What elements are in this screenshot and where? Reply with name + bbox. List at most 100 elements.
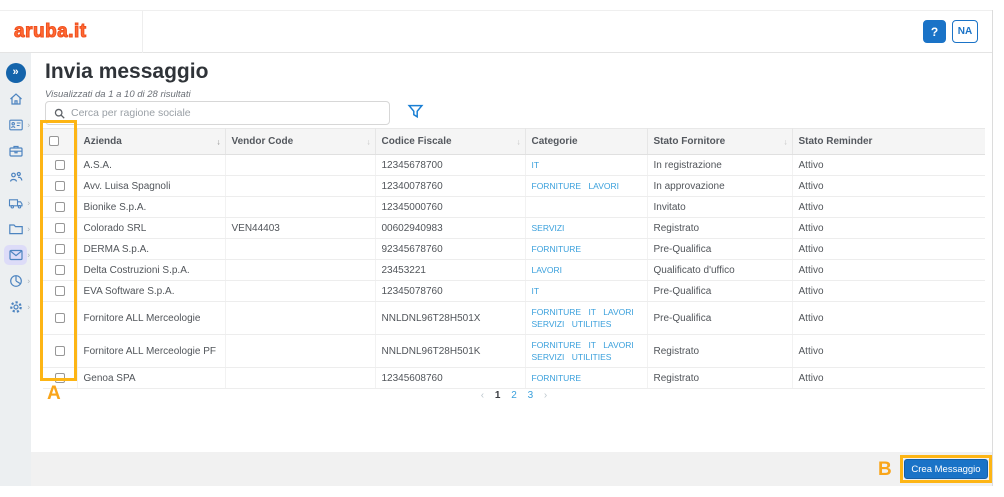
column-header-azienda[interactable]: Azienda ↓ bbox=[77, 128, 226, 155]
table-row: DERMA S.p.A. 92345678760 FORNITURE Pre-Q… bbox=[43, 238, 985, 260]
chevron-right-icon: › bbox=[27, 302, 30, 311]
column-header-categorie[interactable]: Categorie bbox=[525, 128, 648, 155]
column-header-vendor-code[interactable]: Vendor Code ↓ bbox=[225, 128, 376, 155]
row-checkbox[interactable] bbox=[54, 345, 65, 356]
cell-stato-fornitore: Registrato bbox=[647, 367, 793, 389]
column-header-codice-fiscale[interactable]: Codice Fiscale ↓ bbox=[375, 128, 526, 155]
categorie-links[interactable]: FORNITURE IT LAVORI SERVIZI UTILITIES bbox=[532, 340, 634, 362]
cell-vendor-code bbox=[225, 238, 376, 260]
cell-stato-fornitore: Invitato bbox=[647, 196, 793, 218]
column-header-stato-fornitore[interactable]: Stato Fornitore ↓ bbox=[647, 128, 793, 155]
table-row: EVA Software S.p.A. 12345078760 IT Pre-Q… bbox=[43, 280, 985, 302]
cell-stato-fornitore: Pre-Qualifica bbox=[647, 301, 793, 335]
categorie-links[interactable]: IT bbox=[532, 286, 540, 296]
pagination-next-icon[interactable]: › bbox=[544, 390, 547, 401]
cell-codice-fiscale: 23453221 bbox=[375, 259, 526, 281]
create-message-button[interactable]: Crea Messaggio bbox=[904, 459, 988, 479]
table-row: Avv. Luisa Spagnoli 12340078760 FORNITUR… bbox=[43, 175, 985, 197]
categorie-links[interactable]: FORNITURE IT LAVORI SERVIZI UTILITIES bbox=[532, 307, 634, 329]
cell-codice-fiscale: 12345000760 bbox=[375, 196, 526, 218]
cell-categorie: IT bbox=[525, 154, 648, 176]
row-checkbox[interactable] bbox=[54, 180, 65, 191]
sidebar-item-home[interactable] bbox=[0, 88, 31, 109]
categorie-links[interactable]: FORNITURE bbox=[532, 244, 582, 254]
categorie-links[interactable]: LAVORI bbox=[532, 265, 563, 275]
truck-icon bbox=[8, 195, 24, 211]
gear-icon bbox=[8, 299, 24, 315]
cell-stato-fornitore: Pre-Qualifica bbox=[647, 280, 793, 302]
cell-codice-fiscale: 12340078760 bbox=[375, 175, 526, 197]
categorie-links[interactable]: IT bbox=[532, 160, 540, 170]
cell-stato-reminder: Attivo bbox=[792, 367, 985, 389]
row-checkbox[interactable] bbox=[54, 222, 65, 233]
column-header-stato-reminder[interactable]: Stato Reminder bbox=[792, 128, 985, 155]
row-checkbox-cell bbox=[43, 196, 78, 218]
categorie-links[interactable]: SERVIZI bbox=[532, 223, 565, 233]
cell-vendor-code bbox=[225, 196, 376, 218]
sidebar-collapse-button[interactable]: » bbox=[0, 62, 31, 83]
select-all-checkbox[interactable] bbox=[49, 136, 59, 147]
sidebar: » › › › › › › bbox=[0, 53, 31, 486]
table-row: Genoa SPA 12345608760 FORNITURE Registra… bbox=[43, 367, 985, 389]
cell-vendor-code bbox=[225, 301, 376, 335]
help-button[interactable]: ? bbox=[923, 20, 946, 43]
annotation-label-a: A bbox=[47, 383, 61, 404]
sort-icon: ↓ bbox=[366, 137, 371, 146]
categorie-links[interactable]: FORNITURE LAVORI bbox=[532, 181, 620, 191]
row-checkbox[interactable] bbox=[54, 243, 65, 254]
row-checkbox-cell bbox=[43, 334, 78, 368]
sidebar-item-team[interactable] bbox=[0, 166, 31, 187]
sidebar-item-briefcase[interactable] bbox=[0, 140, 31, 161]
row-checkbox[interactable] bbox=[54, 201, 65, 212]
cell-vendor-code bbox=[225, 367, 376, 389]
sidebar-item-messages[interactable]: › bbox=[0, 244, 31, 265]
cell-codice-fiscale: 12345078760 bbox=[375, 280, 526, 302]
cell-stato-reminder: Attivo bbox=[792, 175, 985, 197]
filter-funnel-icon[interactable] bbox=[407, 103, 424, 120]
cell-codice-fiscale: 12345608760 bbox=[375, 367, 526, 389]
chevron-right-icon: › bbox=[27, 250, 30, 259]
home-icon bbox=[8, 91, 24, 107]
cell-stato-fornitore: Qualificato d'uffico bbox=[647, 259, 793, 281]
cell-stato-fornitore: In approvazione bbox=[647, 175, 793, 197]
cell-azienda: EVA Software S.p.A. bbox=[77, 280, 226, 302]
search-input[interactable] bbox=[71, 107, 389, 119]
sidebar-item-settings[interactable]: › bbox=[0, 296, 31, 317]
sidebar-item-transport[interactable]: › bbox=[0, 192, 31, 213]
cell-categorie: FORNITURE IT LAVORI SERVIZI UTILITIES bbox=[525, 301, 648, 335]
row-checkbox[interactable] bbox=[54, 264, 65, 275]
cell-codice-fiscale: NNLDNL96T28H501X bbox=[375, 301, 526, 335]
chevron-right-icon: › bbox=[27, 198, 30, 207]
chevron-right-icon: › bbox=[27, 224, 30, 233]
cell-categorie: FORNITURE LAVORI bbox=[525, 175, 648, 197]
cell-vendor-code: VEN44403 bbox=[225, 217, 376, 239]
pagination-page-3[interactable]: 3 bbox=[528, 390, 534, 401]
row-checkbox[interactable] bbox=[54, 285, 65, 296]
pagination-prev-icon[interactable]: ‹ bbox=[481, 390, 484, 401]
annotation-label-b: B bbox=[878, 459, 892, 480]
sidebar-item-documents[interactable]: › bbox=[0, 218, 31, 239]
aruba-logo: aruba.it bbox=[14, 20, 87, 42]
pagination-page-1[interactable]: 1 bbox=[495, 390, 501, 401]
select-all-header bbox=[43, 128, 78, 155]
sidebar-item-contacts[interactable]: › bbox=[0, 114, 31, 135]
footer-bar bbox=[31, 452, 992, 486]
row-checkbox[interactable] bbox=[54, 372, 65, 383]
row-checkbox[interactable] bbox=[54, 159, 65, 170]
cell-stato-reminder: Attivo bbox=[792, 238, 985, 260]
table-row: Fornitore ALL Merceologie NNLDNL96T28H50… bbox=[43, 301, 985, 335]
categorie-links[interactable]: FORNITURE bbox=[532, 373, 582, 383]
row-checkbox[interactable] bbox=[54, 312, 65, 323]
cell-stato-fornitore: Registrato bbox=[647, 217, 793, 239]
cell-categorie: LAVORI bbox=[525, 259, 648, 281]
pagination-page-2[interactable]: 2 bbox=[511, 390, 517, 401]
cell-azienda: Colorado SRL bbox=[77, 217, 226, 239]
table-body: A.S.A. 12345678700 IT In registrazione A… bbox=[43, 154, 985, 389]
cell-vendor-code bbox=[225, 154, 376, 176]
row-checkbox-cell bbox=[43, 238, 78, 260]
cell-codice-fiscale: 00602940983 bbox=[375, 217, 526, 239]
sidebar-item-reports[interactable]: › bbox=[0, 270, 31, 291]
cell-azienda: Fornitore ALL Merceologie bbox=[77, 301, 226, 335]
user-initials-button[interactable]: NA bbox=[952, 20, 978, 43]
cell-categorie: FORNITURE bbox=[525, 367, 648, 389]
